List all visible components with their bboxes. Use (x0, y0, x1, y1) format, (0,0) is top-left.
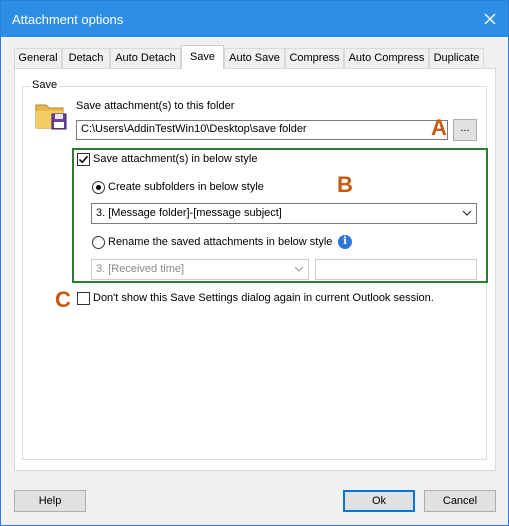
browse-folder-button[interactable]: ... (453, 119, 477, 141)
rename-attachments-radio[interactable] (92, 236, 105, 249)
dont-show-again-checkbox[interactable] (77, 292, 90, 305)
save-folder-label: Save attachment(s) to this folder (76, 100, 235, 112)
rename-style-dropdown[interactable]: 3. [Received time] (91, 259, 309, 280)
subfolder-style-dropdown[interactable]: 3. [Message folder]-[message subject] (91, 203, 477, 224)
window-title: Attachment options (12, 12, 124, 27)
create-subfolders-label: Create subfolders in below style (108, 181, 264, 193)
chevron-down-icon (462, 210, 472, 216)
save-in-style-label: Save attachment(s) in below style (93, 153, 258, 165)
tab-compress[interactable]: Compress (285, 48, 344, 68)
attachment-options-dialog: Attachment options General Detach Auto D… (0, 0, 509, 526)
rename-custom-text-field[interactable] (315, 259, 477, 280)
save-folder-path-field[interactable]: C:\Users\AddinTestWin10\Desktop\save fol… (76, 120, 448, 140)
save-in-style-checkbox[interactable] (77, 153, 90, 166)
close-button[interactable] (472, 1, 508, 37)
cancel-button[interactable]: Cancel (424, 490, 496, 512)
folder-save-icon (35, 104, 67, 130)
save-group-legend: Save (30, 79, 60, 91)
ok-button[interactable]: Ok (343, 490, 415, 512)
checkmark-icon (78, 155, 89, 164)
tab-auto-detach[interactable]: Auto Detach (110, 48, 181, 68)
rename-attachments-label: Rename the saved attachments in below st… (108, 236, 333, 248)
dont-show-again-label: Don't show this Save Settings dialog aga… (93, 292, 434, 304)
tab-duplicate[interactable]: Duplicate (429, 48, 484, 68)
tab-detach[interactable]: Detach (62, 48, 110, 68)
chevron-down-icon (294, 266, 304, 272)
annotation-marker-b: B (337, 172, 353, 197)
subfolder-style-value: 3. [Message folder]-[message subject] (96, 207, 282, 219)
help-button[interactable]: Help (14, 490, 86, 512)
title-bar[interactable]: Attachment options (1, 1, 508, 37)
rename-style-value: 3. [Received time] (96, 263, 185, 275)
tab-general[interactable]: General (14, 48, 62, 68)
tab-auto-compress[interactable]: Auto Compress (344, 48, 429, 68)
create-subfolders-radio[interactable] (92, 181, 105, 194)
annotation-marker-a: A (431, 115, 447, 140)
info-icon[interactable]: i (338, 235, 352, 249)
annotation-marker-c: C (55, 287, 71, 312)
close-icon (484, 13, 496, 25)
tab-auto-save[interactable]: Auto Save (224, 48, 285, 68)
tab-save[interactable]: Save (181, 45, 224, 69)
